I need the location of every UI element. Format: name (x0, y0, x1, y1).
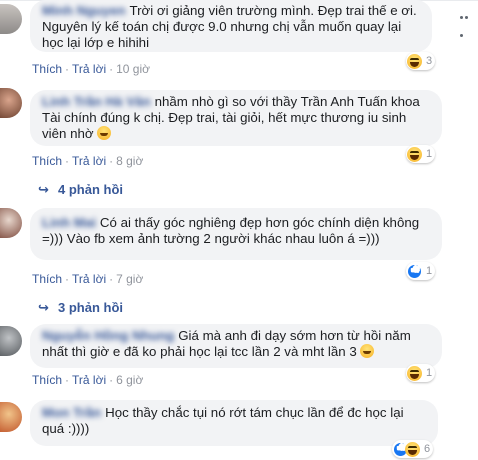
comment-actions: Thích · Trả lời · 7 giờ (32, 272, 144, 286)
reply-link[interactable]: Trả lời (72, 62, 106, 76)
like-link[interactable]: Thích (32, 373, 62, 387)
timestamp[interactable]: 8 giờ (116, 154, 143, 168)
comment-bubble: Linh Mai Có ai thấy góc nghiêng đẹp hơn g… (30, 208, 442, 260)
reaction-count: 6 (424, 443, 431, 455)
like-link[interactable]: Thích (32, 154, 62, 168)
like-reaction-icon (407, 263, 422, 279)
comment-actions: Thích · Trả lời · 6 giờ (32, 373, 144, 387)
avatar[interactable] (0, 326, 22, 356)
reaction-summary[interactable]: 3 (406, 52, 436, 70)
comment-actions: Thích · Trả lời · 10 giờ (32, 62, 150, 76)
commenter-name[interactable]: Linh Mai (42, 215, 96, 230)
reaction-count: 1 (426, 367, 433, 379)
reply-link[interactable]: Trả lời (72, 373, 106, 387)
reaction-summary[interactable]: 1 (406, 364, 436, 382)
reply-link[interactable]: Trả lời (72, 154, 106, 168)
avatar[interactable] (0, 88, 22, 118)
comment-bubble: Linh Trần Hà Vân nhầm nhò gì so với thầy … (30, 90, 442, 146)
reply-arrow-icon: ↪ (38, 300, 49, 315)
comment-actions: Thích · Trả lời · 8 giờ (32, 154, 144, 168)
reaction-count: 3 (426, 55, 433, 67)
laughing-emoji-icon (360, 344, 375, 358)
reaction-count: 1 (426, 265, 433, 277)
comment-text: Có ai thấy góc nghiêng đẹp hơn góc chính… (42, 215, 420, 246)
timestamp[interactable]: 6 giờ (116, 373, 143, 387)
commenter-name[interactable]: Nguyễn Hồng Nhung (42, 328, 174, 343)
reaction-count: 1 (426, 148, 433, 160)
timestamp[interactable]: 7 giờ (116, 272, 143, 286)
reaction-summary[interactable]: 6 (392, 440, 434, 458)
avatar[interactable] (0, 208, 22, 238)
haha-reaction-icon (405, 441, 420, 457)
reaction-summary[interactable]: 1 (406, 262, 436, 280)
view-replies-link[interactable]: ↪ 3 phản hồi (38, 300, 123, 316)
reply-arrow-icon: ↪ (38, 182, 49, 197)
reaction-summary[interactable]: 1 (406, 145, 436, 163)
comment-bubble: Mon Trần Học thầy chắc tụi nó rớt tám chụ… (30, 400, 438, 446)
like-link[interactable]: Thích (32, 272, 62, 286)
commenter-name[interactable]: Mon Trần (42, 405, 101, 420)
comment-bubble: Nguyễn Hồng Nhung Giá mà anh đi dạy sớm h… (30, 324, 442, 368)
view-replies-link[interactable]: ↪ 4 phản hồi (38, 182, 123, 198)
more-options-icon[interactable] (460, 6, 474, 37)
smile-emoji-icon (97, 126, 112, 140)
commenter-name[interactable]: Minh Nguyen (42, 3, 125, 18)
reply-link[interactable]: Trả lời (72, 272, 106, 286)
avatar[interactable] (0, 402, 22, 432)
haha-reaction-icon (407, 365, 422, 381)
timestamp[interactable]: 10 giờ (116, 62, 150, 76)
avatar[interactable] (0, 4, 22, 34)
haha-reaction-icon (407, 53, 422, 69)
commenter-name[interactable]: Linh Trần Hà Vân (42, 94, 151, 109)
haha-reaction-icon (407, 146, 422, 162)
like-link[interactable]: Thích (32, 62, 62, 76)
comment-bubble: Minh Nguyen Trời ơi giảng viên trường mìn… (30, 0, 432, 52)
